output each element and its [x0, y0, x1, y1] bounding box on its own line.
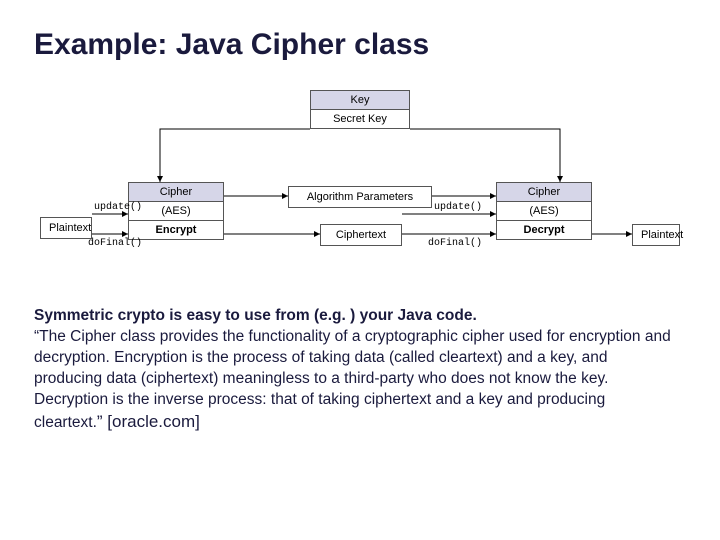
cipher2-op: Decrypt	[497, 221, 591, 239]
cipher2-alg: (AES)	[497, 202, 591, 221]
key-header: Key	[311, 91, 409, 110]
cipher-encrypt-box: Cipher (AES) Encrypt	[128, 182, 224, 240]
body-citation: [oracle.com]	[103, 412, 200, 431]
cipher1-op: Encrypt	[129, 221, 223, 239]
cipher1-header: Cipher	[129, 183, 223, 202]
ciphertext-box: Ciphertext	[320, 224, 402, 246]
algorithm-parameters-box: Algorithm Parameters	[288, 186, 432, 208]
update-label-1: update()	[94, 202, 142, 213]
plaintext-left-box: Plaintext	[40, 217, 92, 239]
cipher-decrypt-box: Cipher (AES) Decrypt	[496, 182, 592, 240]
cipher2-header: Cipher	[497, 183, 591, 202]
cipher1-alg: (AES)	[129, 202, 223, 221]
key-secret: Secret Key	[311, 110, 409, 128]
slide-title: Example: Java Cipher class	[34, 28, 686, 62]
plaintext-right-box: Plaintext	[632, 224, 680, 246]
body-paragraph: Symmetric crypto is easy to use from (e.…	[34, 306, 686, 434]
key-box: Key Secret Key	[310, 90, 410, 129]
cipher-diagram: Key Secret Key Cipher (AES) Encrypt Ciph…	[40, 84, 680, 284]
update-label-2: update()	[434, 202, 482, 213]
dofinal-label-2: doFinal()	[428, 238, 482, 249]
body-lead: Symmetric crypto is easy to use from (e.…	[34, 307, 477, 324]
dofinal-label-1: doFinal()	[88, 238, 142, 249]
